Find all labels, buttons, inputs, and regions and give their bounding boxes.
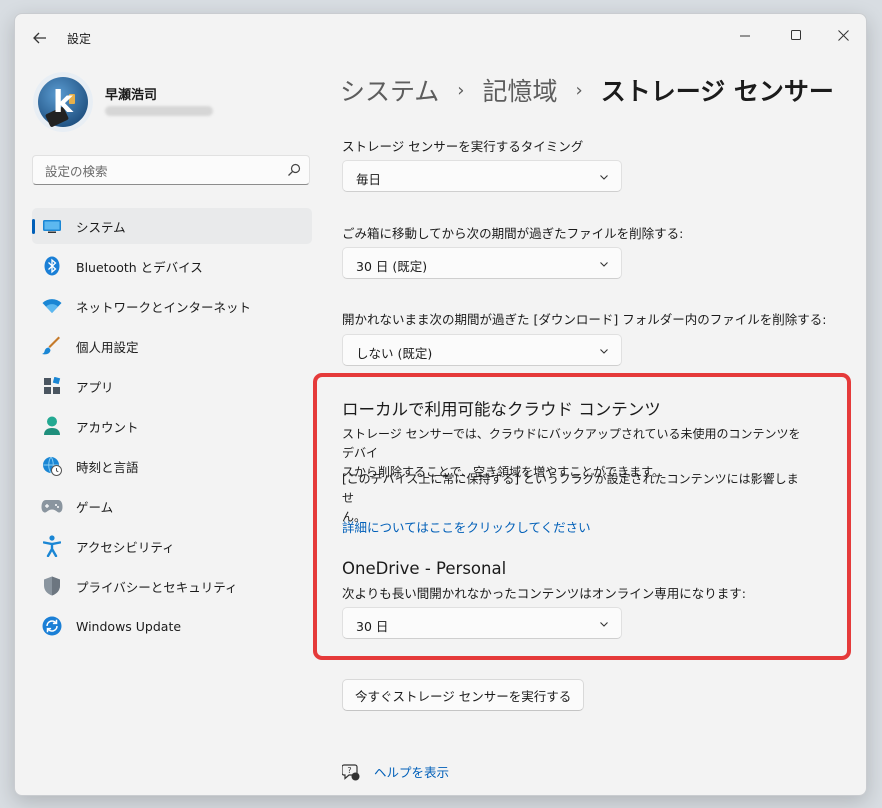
chevron-down-icon bbox=[600, 175, 608, 180]
breadcrumb-storage[interactable]: 記憶域 bbox=[482, 72, 557, 108]
apps-icon bbox=[41, 375, 63, 397]
bluetooth-icon bbox=[41, 255, 63, 277]
avatar[interactable]: k bbox=[33, 72, 93, 132]
back-arrow-icon bbox=[33, 32, 46, 44]
avatar-letter: k bbox=[53, 85, 74, 120]
accessibility-icon bbox=[41, 535, 63, 557]
page-title: ストレージ センサー bbox=[600, 77, 834, 106]
maximize-button[interactable] bbox=[774, 20, 818, 50]
svg-text:?: ? bbox=[347, 766, 351, 775]
cloud-content-title: ローカルで利用可能なクラウド コンテンツ bbox=[342, 400, 661, 419]
onedrive-title: OneDrive - Personal bbox=[342, 559, 507, 578]
sidebar-item-label: プライバシーとセキュリティ bbox=[76, 579, 238, 595]
title-bar: 設定 bbox=[15, 14, 866, 60]
profile-name: 早瀬浩司 bbox=[105, 88, 158, 103]
sidebar-item-label: 時刻と言語 bbox=[76, 459, 139, 475]
chevron-down-icon bbox=[600, 622, 608, 627]
sidebar-item-apps[interactable]: アプリ bbox=[32, 368, 312, 404]
brush-icon bbox=[41, 335, 63, 357]
account-icon bbox=[41, 415, 63, 437]
sidebar-item-label: ゲーム bbox=[76, 499, 114, 515]
wifi-icon bbox=[41, 295, 63, 317]
search-icon[interactable] bbox=[287, 163, 301, 177]
onedrive-dropdown[interactable]: 30 日 bbox=[342, 607, 622, 639]
settings-window: 設定 k 早瀬浩司 システム bbox=[14, 13, 867, 796]
sidebar-item-privacy[interactable]: プライバシーとセキュリティ bbox=[32, 568, 312, 604]
timing-value: 毎日 bbox=[356, 172, 382, 187]
chevron-right-icon: › bbox=[457, 79, 465, 101]
downloads-value: しない (既定) bbox=[356, 346, 433, 361]
timing-dropdown[interactable]: 毎日 bbox=[342, 160, 622, 192]
gamepad-icon bbox=[41, 495, 63, 517]
close-button[interactable] bbox=[821, 20, 865, 50]
recycle-bin-label: ごみ箱に移動してから次の期間が過ぎたファイルを削除する: bbox=[342, 226, 684, 241]
sidebar-item-personalization[interactable]: 個人用設定 bbox=[32, 328, 312, 364]
search-input[interactable] bbox=[43, 161, 277, 181]
breadcrumb-system[interactable]: システム bbox=[340, 72, 439, 108]
cloud-description-line: ストレージ センサーでは、クラウドにバックアップされている未使用のコンテンツをデ… bbox=[342, 427, 801, 460]
sidebar-item-label: ネットワークとインターネット bbox=[76, 299, 252, 315]
windows-update-icon bbox=[41, 615, 63, 637]
sidebar-item-label: Bluetooth とデバイス bbox=[76, 259, 203, 275]
close-icon bbox=[837, 29, 849, 41]
sidebar-item-system[interactable]: システム bbox=[32, 208, 312, 244]
get-help-link[interactable]: ? ヘルプを表示 bbox=[342, 762, 449, 781]
sidebar-item-network[interactable]: ネットワークとインターネット bbox=[32, 288, 312, 324]
profile-email-redacted bbox=[105, 106, 213, 116]
chevron-down-icon bbox=[600, 349, 608, 354]
system-display-icon bbox=[41, 215, 63, 237]
downloads-label: 開かれないまま次の期間が過ぎた [ダウンロード] フォルダー内のファイルを削除す… bbox=[342, 312, 827, 327]
recycle-bin-value: 30 日 (既定) bbox=[356, 259, 428, 274]
onedrive-value: 30 日 bbox=[356, 619, 389, 634]
shield-icon bbox=[41, 575, 63, 597]
chevron-down-icon bbox=[600, 262, 608, 267]
sidebar-item-accessibility[interactable]: アクセシビリティ bbox=[32, 528, 312, 564]
sidebar-item-bluetooth[interactable]: Bluetooth とデバイス bbox=[32, 248, 312, 284]
back-button[interactable] bbox=[27, 26, 53, 50]
sidebar-item-windows-update[interactable]: Windows Update bbox=[32, 608, 312, 644]
sidebar-item-accounts[interactable]: アカウント bbox=[32, 408, 312, 444]
sidebar-item-label: アクセシビリティ bbox=[76, 539, 175, 555]
search-box bbox=[32, 155, 310, 185]
maximize-icon bbox=[790, 29, 801, 40]
help-label: ヘルプを表示 bbox=[374, 765, 450, 780]
recycle-bin-dropdown[interactable]: 30 日 (既定) bbox=[342, 247, 622, 279]
sidebar-item-label: Windows Update bbox=[76, 618, 182, 634]
minimize-icon bbox=[739, 35, 750, 36]
sidebar-item-label: アプリ bbox=[76, 379, 114, 395]
timing-label: ストレージ センサーを実行するタイミング bbox=[342, 139, 584, 154]
chevron-right-icon: › bbox=[575, 79, 583, 101]
sidebar-item-gaming[interactable]: ゲーム bbox=[32, 488, 312, 524]
cloud-note-line: [このデバイス上に常に保持する] というフラグが設定されたコンテンツには影響しま… bbox=[342, 472, 799, 505]
sidebar-item-time-language[interactable]: 時刻と言語 bbox=[32, 448, 312, 484]
sidebar-item-label: システム bbox=[76, 219, 126, 235]
app-title: 設定 bbox=[67, 32, 92, 46]
help-icon: ? bbox=[342, 763, 360, 780]
minimize-button[interactable] bbox=[723, 20, 767, 50]
learn-more-link[interactable]: 詳細についてはここをクリックしてください bbox=[342, 517, 591, 536]
breadcrumb: システム › 記憶域 › ストレージ センサー bbox=[340, 72, 834, 108]
sidebar-nav: システム Bluetooth とデバイス ネットワークとインターネット 個人用設… bbox=[32, 208, 312, 648]
run-storage-sense-button[interactable]: 今すぐストレージ センサーを実行する bbox=[342, 679, 585, 711]
onedrive-label: 次よりも長い間開かれなかったコンテンツはオンライン専用になります: bbox=[342, 586, 746, 601]
downloads-dropdown[interactable]: しない (既定) bbox=[342, 334, 622, 366]
sidebar-item-label: アカウント bbox=[76, 419, 139, 435]
globe-clock-icon bbox=[41, 455, 63, 477]
sidebar-item-label: 個人用設定 bbox=[76, 339, 139, 355]
